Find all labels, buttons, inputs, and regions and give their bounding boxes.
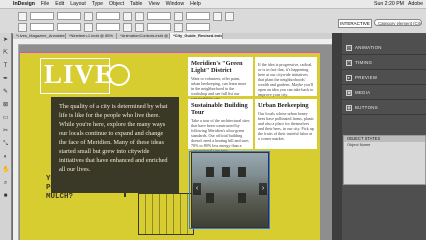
pencil-tool-icon[interactable]: ✎	[2, 89, 9, 96]
control-button[interactable]	[225, 11, 234, 21]
type-tool-icon[interactable]: T	[2, 63, 9, 70]
preview-icon: ▸	[346, 74, 352, 81]
timing-icon: ◷	[346, 59, 352, 66]
card-urban-beekeeping[interactable]: Urban Beekeeping Our locals whose urban …	[255, 99, 317, 149]
direct-selection-tool-icon[interactable]: ⇱	[2, 50, 9, 57]
weight-field[interactable]	[186, 23, 210, 31]
control-button[interactable]	[135, 22, 144, 32]
selection-tool-icon[interactable]: ➤	[2, 37, 9, 44]
rectangle-tool-icon[interactable]: ▭	[2, 115, 9, 122]
card-initiatives[interactable]: If the idea is progressive, radical, or …	[255, 57, 317, 97]
menu-edit[interactable]: Edit	[52, 1, 67, 7]
control-button[interactable]	[213, 11, 222, 21]
panel-buttons[interactable]: ◉ BUTTONS	[342, 101, 426, 115]
menu-bar: InDesign File Edit Layout Type Object Ta…	[0, 0, 426, 9]
card-body: Want to volunteer, offer paint, urban be…	[191, 76, 247, 101]
arrow-graphic	[94, 181, 126, 197]
rectangle-frame-tool-icon[interactable]: ⊠	[2, 102, 9, 109]
card-title: Meridien's "Green Light" District	[191, 60, 243, 74]
control-button[interactable]	[135, 11, 144, 21]
card-sustainable-building[interactable]: Sustainable Building Tour Take a tour of…	[188, 99, 253, 153]
control-bar: INTERACTIVE Category element (City C	[0, 9, 426, 34]
menu-layout[interactable]: Layout	[67, 1, 89, 7]
x-field[interactable]	[30, 12, 54, 20]
vendor-text: Adobe	[407, 1, 423, 7]
panel-media[interactable]: ▣ MEDIA	[342, 86, 426, 100]
control-button[interactable]	[84, 22, 93, 32]
control-button[interactable]	[123, 11, 132, 21]
stroke-field[interactable]	[186, 12, 210, 20]
buttons-icon: ◉	[346, 104, 352, 111]
menu-type[interactable]: Type	[89, 1, 106, 7]
control-button[interactable]	[18, 11, 27, 21]
cta-text: YOU DON'T POCKET MULCH?	[46, 175, 87, 201]
panel-label: ANIMATION	[355, 45, 382, 50]
menu-window[interactable]: Window	[163, 1, 187, 7]
menu-object[interactable]: Object	[106, 1, 127, 7]
control-row-bottom	[18, 22, 210, 32]
panel-strip	[332, 33, 342, 240]
control-button[interactable]	[174, 11, 183, 21]
guide-line	[20, 52, 320, 53]
fill-stroke-icon[interactable]: ■	[2, 193, 9, 200]
control-button[interactable]	[174, 22, 183, 32]
control-button[interactable]	[84, 11, 93, 21]
media-icon: ▣	[346, 89, 352, 96]
menu-help[interactable]: Help	[187, 1, 204, 7]
panel-label: MEDIA	[355, 90, 371, 95]
live-title: LIVE	[44, 59, 115, 89]
hand-tool-icon[interactable]: ✋	[2, 167, 9, 174]
menu-file[interactable]: File	[38, 1, 52, 7]
menu-table[interactable]: Table	[127, 1, 145, 7]
menu-extras: Sun 2:20 PM Adobe	[374, 1, 426, 7]
object-states-panel[interactable]: OBJECT STATES Object Name	[343, 135, 426, 185]
card-title: Urban Beekeeping	[258, 102, 309, 109]
object-states-row[interactable]: Object Name	[344, 142, 425, 147]
animation-icon: ◎	[346, 44, 352, 51]
transform-tool-icon[interactable]: ⤡	[2, 141, 9, 148]
card-body: Our locals whose urban honey bees have p…	[258, 111, 314, 141]
scale-field[interactable]	[96, 12, 120, 20]
control-button[interactable]	[18, 22, 27, 32]
zoom-tool-icon[interactable]: ⌕	[2, 180, 9, 187]
panel-preview[interactable]: ▸ PREVIEW	[342, 71, 426, 85]
control-button[interactable]	[123, 22, 132, 32]
panel-timing[interactable]: ◷ TIMING	[342, 56, 426, 70]
scale-y-field[interactable]	[96, 23, 120, 31]
card-body: Take a tour of the architectural sites t…	[191, 118, 250, 153]
shear-field[interactable]	[147, 23, 171, 31]
menu-view[interactable]: View	[145, 1, 162, 7]
rotate-field[interactable]	[147, 12, 171, 20]
gradient-tool-icon[interactable]: ◐	[2, 154, 9, 161]
control-row-top	[18, 11, 234, 21]
city-badge-icon	[108, 64, 130, 86]
selection-bounds	[189, 151, 270, 229]
clock-text: Sun 2:20 PM	[373, 1, 404, 7]
y-field[interactable]	[30, 23, 54, 31]
scissors-tool-icon[interactable]: ✂	[2, 128, 9, 135]
tools-panel: ➤ ⇱ T ✒ ✎ ⊠ ▭ ✂ ⤡ ◐ ✋ ⌕ ■	[0, 33, 12, 240]
panel-label: TIMING	[355, 60, 373, 65]
card-body: If the idea is progressive, radical, or …	[258, 62, 314, 97]
panel-label: PREVIEW	[355, 75, 378, 80]
pen-tool-icon[interactable]: ✒	[2, 76, 9, 83]
menu-app-name[interactable]: InDesign	[10, 1, 38, 7]
h-field[interactable]	[57, 23, 81, 31]
w-field[interactable]	[57, 12, 81, 20]
search-input[interactable]: Category element (City C	[374, 19, 422, 26]
illustration-graphic	[138, 193, 194, 235]
card-green-light[interactable]: Meridien's "Green Light" District Want t…	[188, 57, 253, 101]
panel-label: BUTTONS	[355, 105, 378, 110]
workspace-switcher[interactable]: INTERACTIVE	[338, 19, 372, 28]
panel-animation[interactable]: ◎ ANIMATION	[342, 41, 426, 55]
card-title: Sustainable Building Tour	[191, 102, 248, 116]
